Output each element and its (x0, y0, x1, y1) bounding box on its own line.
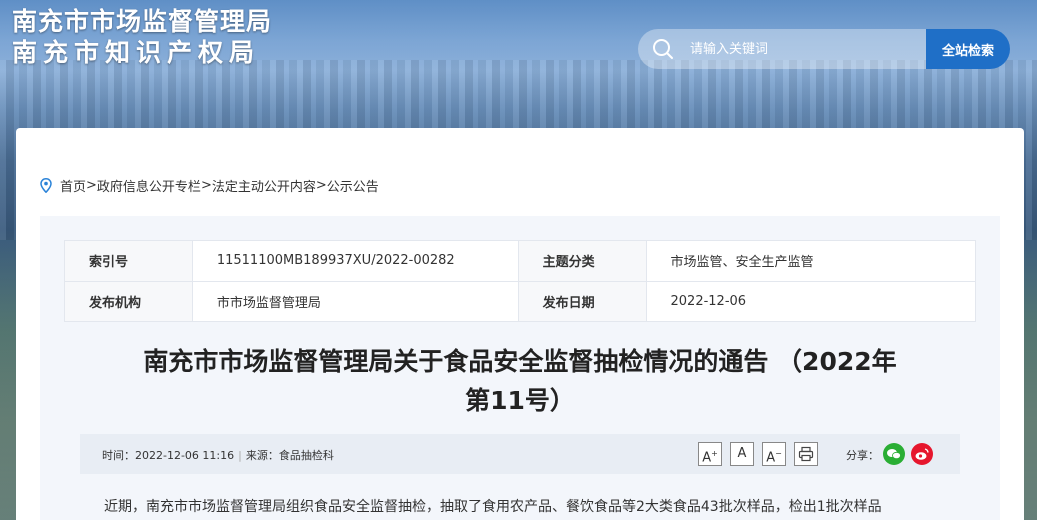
font-reset-button[interactable]: A (730, 442, 754, 466)
table-row: 发布机构 市市场监督管理局 发布日期 2022-12-06 (64, 280, 976, 322)
wechat-share-button[interactable] (883, 443, 905, 465)
category-value: 市场监管、安全生产监管 (645, 240, 976, 282)
article-time: 时间：2022-12-06 11:16 (102, 449, 235, 462)
article-meta-bar: 时间：2022-12-06 11:16 | 来源：食品抽检科 A+ A A− 分享： (80, 434, 960, 474)
date-label: 发布日期 (517, 280, 647, 322)
minus-icon: − (775, 449, 782, 458)
breadcrumb-separator: > (200, 178, 212, 193)
breadcrumb-home[interactable]: 首页 (60, 176, 86, 195)
logo-line-2: 南充市知识产权局 (12, 38, 261, 67)
publisher-value: 市市场监督管理局 (191, 280, 519, 322)
weibo-share-button[interactable] (911, 443, 933, 465)
breadcrumb: 首页 > 政府信息公开专栏 > 法定主动公开内容 > 公示公告 (40, 176, 379, 195)
weibo-icon (915, 448, 929, 460)
font-increase-button[interactable]: A+ (698, 442, 722, 466)
meta-divider: | (238, 449, 242, 462)
article-body: 近期，南充市市场监督管理局组织食品安全监督抽检，抽取了食用农产品、餐饮食品等2大… (104, 499, 882, 515)
site-search-button[interactable]: 全站检索 (926, 29, 1010, 69)
publisher-label: 发布机构 (64, 280, 193, 322)
index-label: 索引号 (64, 240, 193, 282)
info-table: 索引号 11511100MB189937XU/2022-00282 主题分类 市… (64, 240, 976, 322)
font-increase-label: A (702, 450, 712, 466)
font-decrease-button[interactable]: A− (762, 442, 786, 466)
search-icon (653, 39, 673, 59)
article-title-line-1: 南充市市场监督管理局关于食品安全监督抽检情况的通告 （2022年 (143, 347, 897, 376)
index-value: 11511100MB189937XU/2022-00282 (191, 240, 519, 282)
article-meta: 时间：2022-12-06 11:16 | 来源：食品抽检科 (102, 447, 334, 463)
font-reset-label: A (737, 446, 747, 461)
article-container: 索引号 11511100MB189937XU/2022-00282 主题分类 市… (40, 216, 1000, 520)
print-icon (798, 446, 814, 462)
breadcrumb-notices[interactable]: 公示公告 (327, 176, 379, 195)
breadcrumb-separator: > (86, 178, 97, 193)
content-panel: 首页 > 政府信息公开专栏 > 法定主动公开内容 > 公示公告 索引号 1151… (16, 128, 1024, 520)
search-input[interactable] (690, 37, 910, 61)
breadcrumb-gov-info[interactable]: 政府信息公开专栏 (97, 176, 201, 195)
site-logo[interactable]: 南充市市场监督管理局 南充市知识产权局 (12, 6, 272, 68)
wechat-icon (887, 449, 901, 460)
article-source: 来源：食品抽检科 (245, 449, 334, 462)
breadcrumb-separator: > (315, 178, 327, 193)
category-label: 主题分类 (517, 240, 647, 282)
article-title-line-2: 第11号） (465, 386, 575, 415)
print-button[interactable] (794, 442, 818, 466)
breadcrumb-statutory[interactable]: 法定主动公开内容 (212, 176, 316, 195)
search-box (638, 29, 926, 69)
share-label: 分享： (846, 449, 879, 462)
table-row: 索引号 11511100MB189937XU/2022-00282 主题分类 市… (64, 240, 976, 282)
logo-line-1: 南充市市场监督管理局 (12, 7, 273, 36)
plus-icon: + (711, 449, 718, 458)
font-decrease-label: A (766, 450, 776, 466)
location-pin-icon (40, 178, 52, 193)
article-title: 南充市市场监督管理局关于食品安全监督抽检情况的通告 （2022年 第11号） (80, 342, 960, 420)
date-value: 2022-12-06 (645, 280, 976, 322)
